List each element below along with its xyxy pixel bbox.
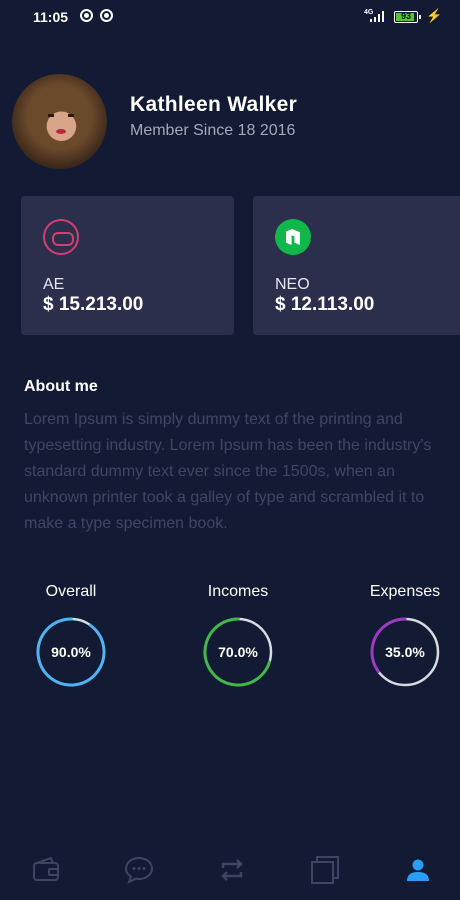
aeternity-icon	[43, 219, 79, 255]
avatar[interactable]	[12, 74, 107, 169]
nav-wallet[interactable]	[16, 840, 76, 900]
battery-level: 93	[400, 11, 411, 21]
notification-icon	[100, 9, 113, 22]
about-text: Lorem Ipsum is simply dummy text of the …	[24, 411, 432, 532]
coin-card-ae[interactable]: AE $ 15.213.00	[21, 196, 234, 335]
coin-symbol: NEO	[275, 276, 310, 293]
charging-icon: ⚡	[426, 8, 443, 23]
cards-icon	[311, 856, 339, 884]
coin-symbol: AE	[43, 276, 65, 293]
exchange-icon	[221, 859, 243, 881]
nav-chat[interactable]	[109, 840, 169, 900]
member-since: Member Since 18 2016	[130, 122, 296, 139]
stat-label-incomes: Incomes	[207, 583, 269, 600]
nav-exchange[interactable]	[202, 840, 262, 900]
battery-icon: 93	[394, 11, 421, 23]
stat-value-incomes: 70.0%	[218, 644, 258, 660]
nav-cards[interactable]	[295, 840, 355, 900]
stat-label-expenses: Expenses	[369, 583, 441, 600]
chat-icon	[124, 856, 154, 885]
notification-icon	[80, 9, 93, 22]
wallet-icon	[33, 856, 59, 881]
status-bar: 11:05 4G 93 ⚡	[0, 0, 460, 34]
neo-icon	[275, 219, 311, 255]
coin-card-neo[interactable]: NEO $ 12.113.00	[253, 196, 460, 335]
coin-value: $ 12.113.00	[275, 294, 375, 315]
stat-label-overall: Overall	[45, 583, 97, 600]
stat-value-overall: 90.0%	[51, 644, 91, 660]
signal-icon	[370, 11, 386, 22]
nav-profile[interactable]	[388, 840, 448, 900]
status-time: 11:05	[33, 9, 69, 25]
coin-value: $ 15.213.00	[43, 294, 144, 315]
about-title: About me	[24, 378, 98, 395]
stat-value-expenses: 35.0%	[385, 644, 425, 660]
bottom-nav	[0, 840, 460, 900]
profile-icon	[407, 859, 429, 881]
profile-name: Kathleen Walker	[130, 93, 298, 116]
